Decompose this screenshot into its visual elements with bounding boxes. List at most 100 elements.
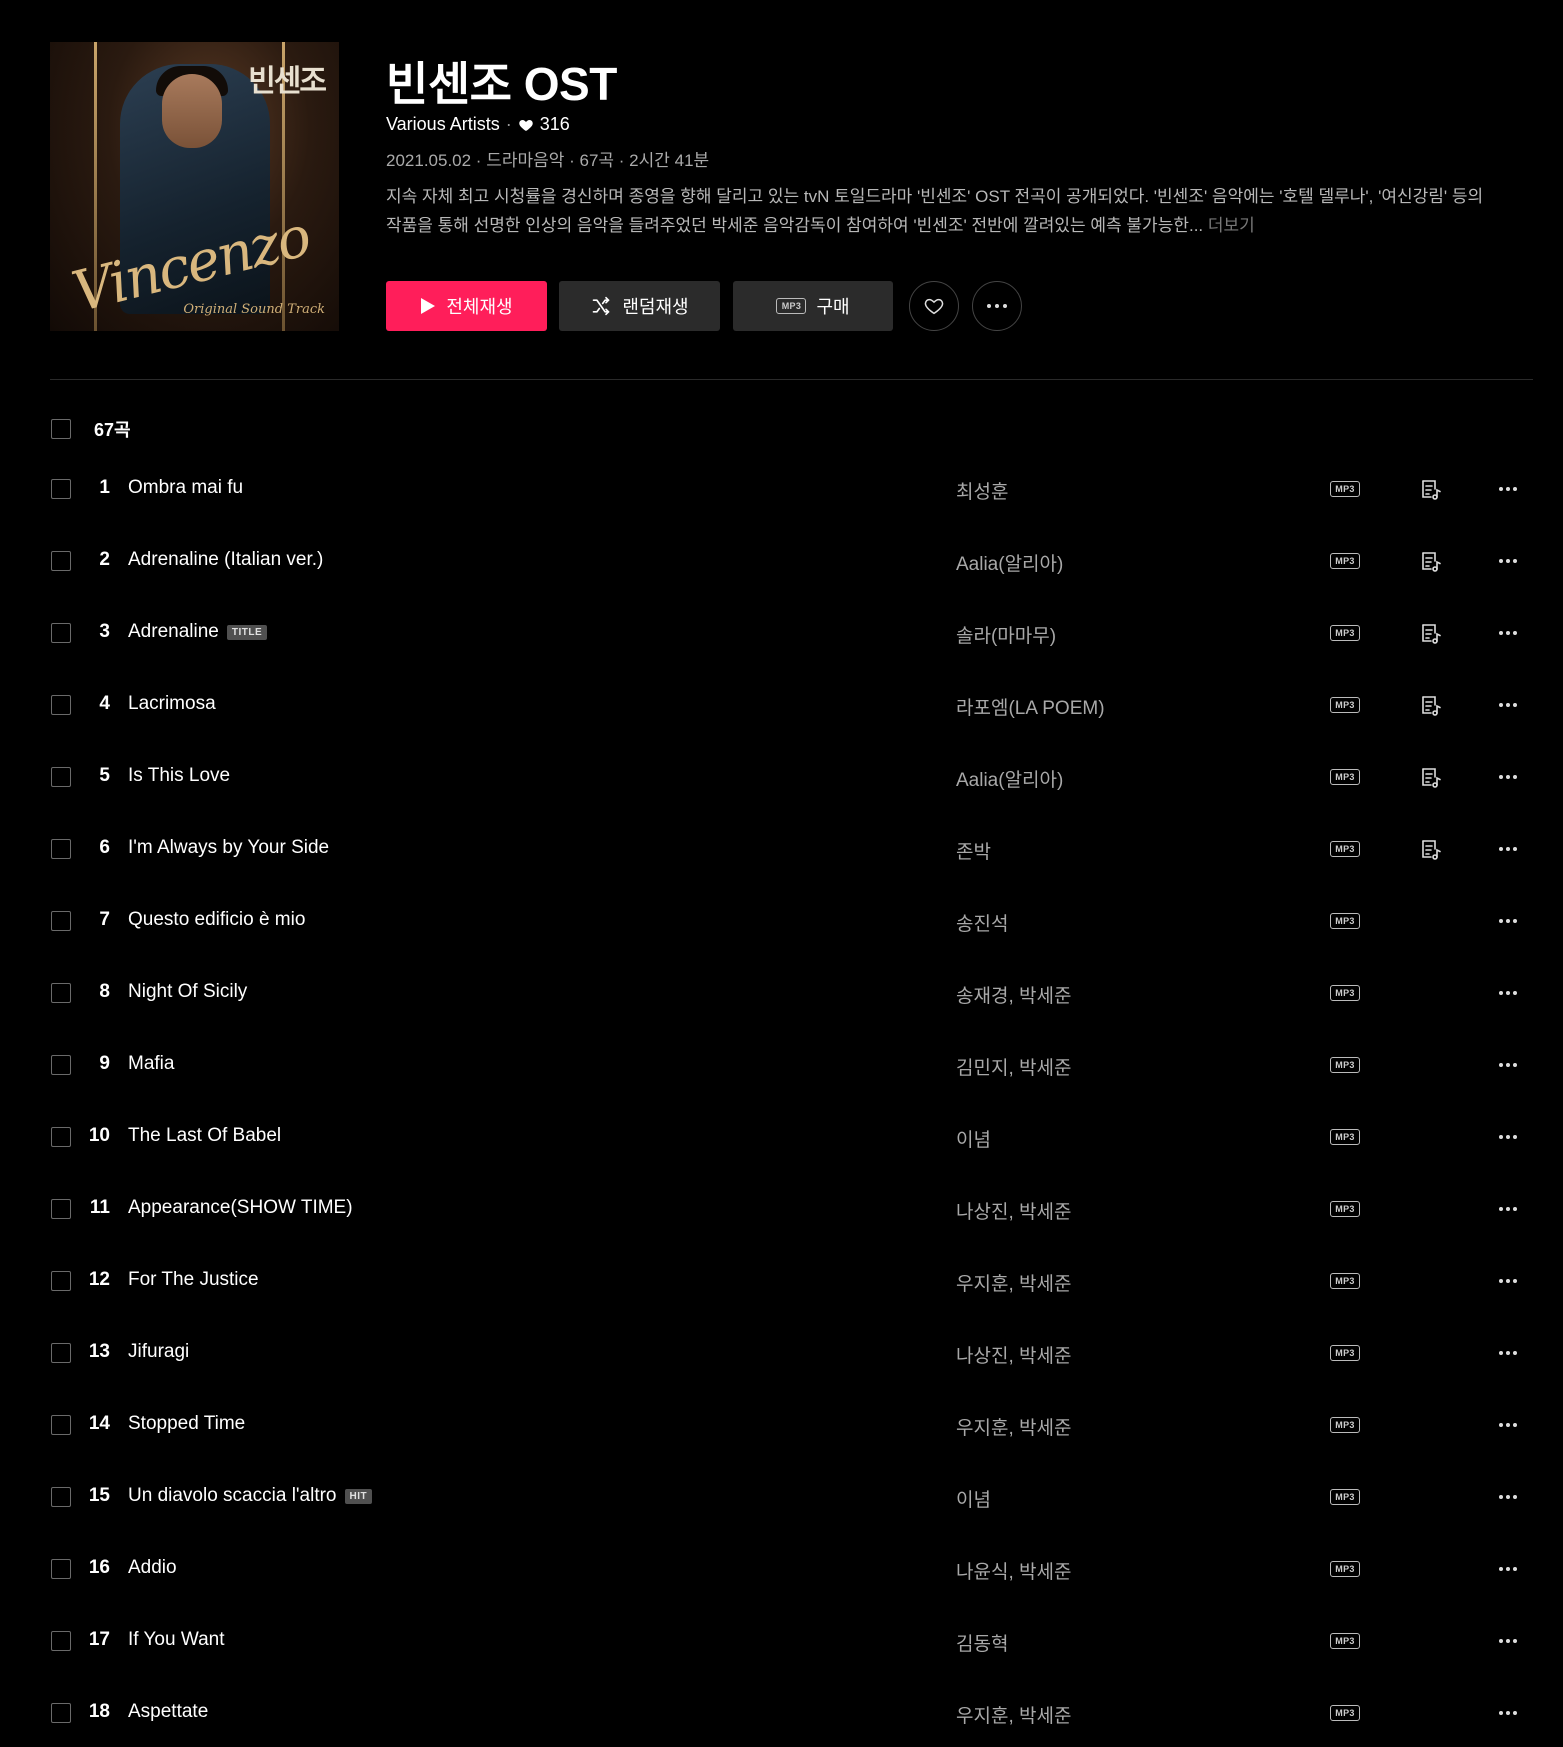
track-artist[interactable]: 라포엠(LA POEM) [956,693,1105,720]
track-artist[interactable]: 김동혁 [956,1629,1008,1656]
track-checkbox[interactable] [51,623,71,643]
track-row[interactable]: 13 Jifuragi 나상진, 박세준 MP3 [0,1317,1563,1389]
track-artist[interactable]: 나상진, 박세준 [956,1341,1071,1368]
track-checkbox[interactable] [51,1343,71,1363]
like-button[interactable] [909,281,959,331]
track-checkbox[interactable] [51,1415,71,1435]
track-title[interactable]: Mafia [128,1053,174,1075]
track-more-icon[interactable] [1496,983,1520,1003]
track-artist[interactable]: 이념 [956,1485,991,1512]
lyrics-icon[interactable] [1419,622,1443,646]
track-title[interactable]: Un diavolo scaccia l'altro [128,1485,337,1507]
track-more-icon[interactable] [1496,1343,1520,1363]
lyrics-icon[interactable] [1419,550,1443,574]
track-row[interactable]: 6 I'm Always by Your Side 존박 MP3 [0,813,1563,885]
track-row[interactable]: 16 Addio 나윤식, 박세준 MP3 [0,1533,1563,1605]
description-more-link[interactable]: 더보기 [1208,216,1255,235]
track-title[interactable]: Adrenaline [128,621,219,643]
track-title[interactable]: Adrenaline (Italian ver.) [128,549,323,571]
mp3-icon[interactable]: MP3 [1330,1345,1360,1361]
mp3-icon[interactable]: MP3 [1330,1201,1360,1217]
track-more-icon[interactable] [1496,767,1520,787]
track-row[interactable]: 17 If You Want 김동혁 MP3 [0,1605,1563,1677]
track-checkbox[interactable] [51,1631,71,1651]
track-artist[interactable]: 송재경, 박세준 [956,981,1071,1008]
track-title[interactable]: Lacrimosa [128,693,216,715]
shuffle-button[interactable]: 랜덤재생 [559,281,720,331]
track-title[interactable]: Is This Love [128,765,230,787]
track-title[interactable]: Appearance(SHOW TIME) [128,1197,353,1219]
mp3-icon[interactable]: MP3 [1330,553,1360,569]
track-artist[interactable]: 이념 [956,1125,991,1152]
mp3-icon[interactable]: MP3 [1330,769,1360,785]
track-more-icon[interactable] [1496,551,1520,571]
track-more-icon[interactable] [1496,1415,1520,1435]
track-more-icon[interactable] [1496,1631,1520,1651]
mp3-icon[interactable]: MP3 [1330,1705,1360,1721]
track-row[interactable]: 4 Lacrimosa 라포엠(LA POEM) MP3 [0,669,1563,741]
track-row[interactable]: 12 For The Justice 우지훈, 박세준 MP3 [0,1245,1563,1317]
track-more-icon[interactable] [1496,695,1520,715]
track-artist[interactable]: 송진석 [956,909,1008,936]
track-artist[interactable]: Aalia(알리아) [956,765,1063,792]
track-row[interactable]: 8 Night Of Sicily 송재경, 박세준 MP3 [0,957,1563,1029]
lyrics-icon[interactable] [1419,766,1443,790]
track-checkbox[interactable] [51,1703,71,1723]
mp3-icon[interactable]: MP3 [1330,841,1360,857]
track-row[interactable]: 7 Questo edificio è mio 송진석 MP3 [0,885,1563,957]
play-all-button[interactable]: 전체재생 [386,281,547,331]
track-artist[interactable]: 우지훈, 박세준 [956,1413,1071,1440]
track-checkbox[interactable] [51,1199,71,1219]
track-checkbox[interactable] [51,1487,71,1507]
track-title[interactable]: I'm Always by Your Side [128,837,329,859]
track-title[interactable]: Aspettate [128,1701,208,1723]
track-checkbox[interactable] [51,1559,71,1579]
select-all-checkbox[interactable] [51,419,71,439]
track-row[interactable]: 15 Un diavolo scaccia l'altro HIT 이념 MP3 [0,1461,1563,1533]
track-checkbox[interactable] [51,767,71,787]
buy-button[interactable]: MP3 구매 [733,281,893,331]
track-title[interactable]: If You Want [128,1629,224,1651]
track-row[interactable]: 3 Adrenaline TITLE 솔라(마마무) MP3 [0,597,1563,669]
album-artist-link[interactable]: Various Artists [386,114,500,135]
track-more-icon[interactable] [1496,1199,1520,1219]
track-checkbox[interactable] [51,695,71,715]
track-more-icon[interactable] [1496,1055,1520,1075]
track-more-icon[interactable] [1496,1703,1520,1723]
mp3-icon[interactable]: MP3 [1330,1129,1360,1145]
mp3-icon[interactable]: MP3 [1330,697,1360,713]
track-artist[interactable]: 우지훈, 박세준 [956,1701,1071,1728]
track-row[interactable]: 5 Is This Love Aalia(알리아) MP3 [0,741,1563,813]
track-artist[interactable]: 솔라(마마무) [956,621,1056,648]
track-checkbox[interactable] [51,983,71,1003]
track-checkbox[interactable] [51,1271,71,1291]
track-more-icon[interactable] [1496,1127,1520,1147]
mp3-icon[interactable]: MP3 [1330,481,1360,497]
track-more-icon[interactable] [1496,911,1520,931]
track-artist[interactable]: 존박 [956,837,991,864]
track-artist[interactable]: 나윤식, 박세준 [956,1557,1071,1584]
track-artist[interactable]: Aalia(알리아) [956,549,1063,576]
track-checkbox[interactable] [51,551,71,571]
album-more-button[interactable] [972,281,1022,331]
mp3-icon[interactable]: MP3 [1330,1417,1360,1433]
track-row[interactable]: 18 Aspettate 우지훈, 박세준 MP3 [0,1677,1563,1747]
lyrics-icon[interactable] [1419,838,1443,862]
mp3-icon[interactable]: MP3 [1330,1633,1360,1649]
track-title[interactable]: Addio [128,1557,177,1579]
track-checkbox[interactable] [51,479,71,499]
track-artist[interactable]: 김민지, 박세준 [956,1053,1071,1080]
track-row[interactable]: 1 Ombra mai fu 최성훈 MP3 [0,453,1563,525]
track-title[interactable]: Night Of Sicily [128,981,247,1003]
track-row[interactable]: 14 Stopped Time 우지훈, 박세준 MP3 [0,1389,1563,1461]
track-row[interactable]: 11 Appearance(SHOW TIME) 나상진, 박세준 MP3 [0,1173,1563,1245]
track-more-icon[interactable] [1496,1487,1520,1507]
track-row[interactable]: 10 The Last Of Babel 이념 MP3 [0,1101,1563,1173]
track-more-icon[interactable] [1496,1559,1520,1579]
mp3-icon[interactable]: MP3 [1330,1561,1360,1577]
mp3-icon[interactable]: MP3 [1330,625,1360,641]
track-artist[interactable]: 나상진, 박세준 [956,1197,1071,1224]
mp3-icon[interactable]: MP3 [1330,913,1360,929]
track-title[interactable]: Stopped Time [128,1413,245,1435]
track-title[interactable]: Jifuragi [128,1341,189,1363]
